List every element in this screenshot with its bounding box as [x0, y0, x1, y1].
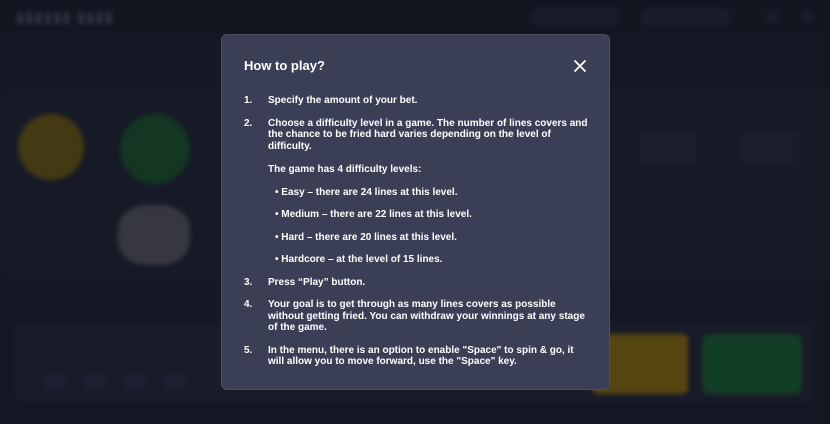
modal-title: How to play? [244, 58, 325, 73]
step-number: 4. [244, 299, 253, 310]
levels-title: The game has 4 difficulty levels: [268, 164, 422, 175]
instruction-step: 3. Press “Play” button. [244, 277, 589, 289]
step-text: Press “Play” button. [268, 276, 366, 288]
close-button[interactable] [572, 58, 588, 74]
step-number: 3. [244, 276, 253, 288]
close-icon [574, 60, 586, 72]
level-hard: • Hard – there are 20 lines at this leve… [275, 231, 457, 243]
step-number: 5. [244, 344, 253, 356]
instruction-step: 1. Specify the amount of your bet. [244, 95, 589, 107]
how-to-play-modal: How to play? 1. Specify the amount of yo… [221, 34, 610, 390]
level-hardcore: • Hardcore – at the level of 15 lines. [275, 254, 443, 265]
step-number: 2. [244, 117, 253, 129]
instruction-step: 5. In the menu, there is an option to en… [244, 345, 589, 368]
instruction-step: 2. Choose a difficulty level in a game. … [244, 118, 589, 266]
level-easy: • Easy – there are 24 lines at this leve… [275, 186, 458, 198]
step-number: 1. [244, 95, 253, 106]
instruction-step: 4. Your goal is to get through as many l… [244, 299, 589, 334]
step-text: Choose a difficulty level in a game. The… [268, 117, 588, 152]
step-text: In the menu, there is an option to enabl… [268, 344, 574, 368]
step-text: Specify the amount of your bet. [268, 95, 418, 106]
level-medium: • Medium – there are 22 lines at this le… [275, 209, 472, 220]
instruction-list: 1. Specify the amount of your bet. 2. Ch… [244, 95, 589, 379]
step-text: Your goal is to get through as many line… [268, 299, 585, 333]
